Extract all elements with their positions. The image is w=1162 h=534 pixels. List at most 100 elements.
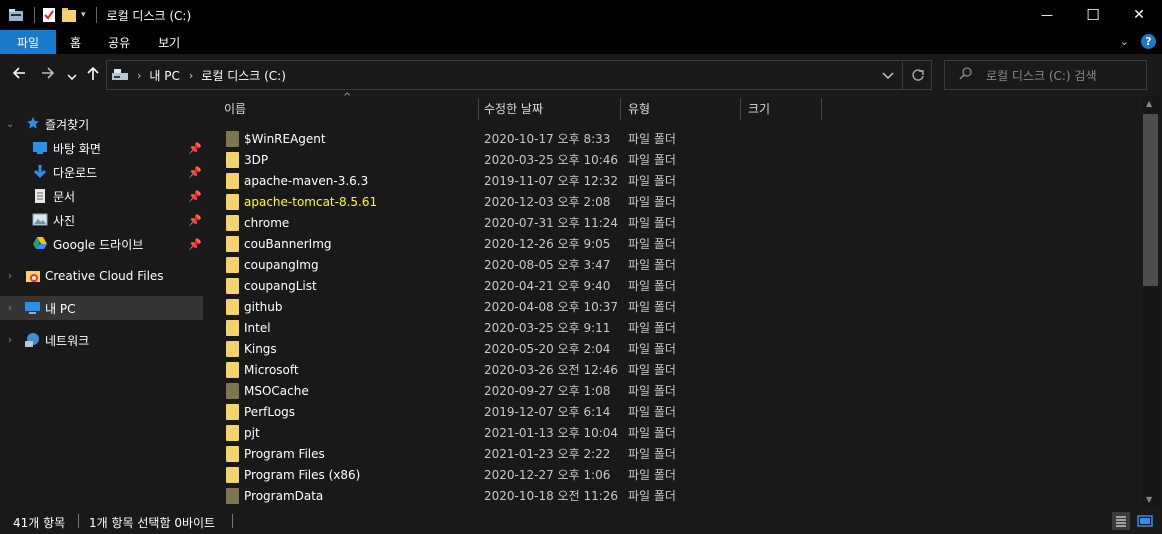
- tab-view[interactable]: 보기: [144, 30, 194, 54]
- breadcrumb-local-disk[interactable]: 로컬 디스크 (C:): [201, 67, 286, 84]
- creative-cloud-icon: [25, 268, 41, 287]
- scroll-up-arrow-icon[interactable]: ▲: [1146, 99, 1152, 108]
- tab-file[interactable]: 파일: [0, 30, 56, 54]
- expand-ribbon-icon[interactable]: ⌄: [1120, 35, 1129, 48]
- column-header-name[interactable]: 이름: [224, 96, 246, 120]
- scroll-down-arrow-icon[interactable]: ▼: [1146, 495, 1152, 504]
- file-row[interactable]: apache-tomcat-8.5.61 2020-12-03 오후 2:08 파일…: [206, 191, 1142, 212]
- item-count: 41개 항목: [13, 516, 66, 530]
- sidebar-item-this-pc[interactable]: › 내 PC: [0, 296, 203, 320]
- column-header-type[interactable]: 유형: [628, 96, 650, 120]
- sidebar-item-label: Creative Cloud Files: [45, 269, 164, 283]
- pin-icon[interactable]: 📌: [188, 190, 202, 203]
- file-name: github: [244, 299, 283, 314]
- details-view-icon[interactable]: [1112, 512, 1130, 530]
- sidebar-item-network[interactable]: › 네트워크: [0, 328, 203, 352]
- breadcrumb-separator-icon[interactable]: ›: [137, 69, 141, 82]
- folder-icon: [226, 404, 239, 420]
- sidebar-item-downloads[interactable]: 다운로드 📌: [0, 160, 203, 184]
- folder-icon: [226, 467, 239, 483]
- address-history-chevron-icon[interactable]: [882, 69, 894, 84]
- file-name: Program Files: [244, 446, 325, 461]
- file-row[interactable]: couBannerImg 2020-12-26 오후 9:05 파일 폴더: [206, 233, 1142, 254]
- close-button[interactable]: ✕: [1116, 0, 1162, 30]
- pin-icon[interactable]: 📌: [188, 142, 202, 155]
- file-row[interactable]: coupangImg 2020-08-05 오후 3:47 파일 폴더: [206, 254, 1142, 275]
- file-row[interactable]: MSOCache 2020-09-27 오후 1:08 파일 폴더: [206, 380, 1142, 401]
- pin-icon[interactable]: 📌: [188, 238, 202, 251]
- customize-toolbar-dropdown[interactable]: ▾: [81, 10, 86, 20]
- computer-icon: [24, 301, 41, 318]
- status-divider: [232, 514, 233, 528]
- column-divider[interactable]: [478, 98, 479, 120]
- file-row[interactable]: PerfLogs 2019-12-07 오후 6:14 파일 폴더: [206, 401, 1142, 422]
- ribbon-tabs: 파일 홈 공유 보기 ⌄ ?: [0, 30, 1162, 54]
- file-row[interactable]: coupangList 2020-04-21 오후 9:40 파일 폴더: [206, 275, 1142, 296]
- tab-home[interactable]: 홈: [56, 30, 94, 54]
- column-divider[interactable]: [620, 98, 621, 120]
- file-row[interactable]: Microsoft 2020-03-26 오전 12:46 파일 폴더: [206, 359, 1142, 380]
- file-row[interactable]: 3DP 2020-03-25 오후 10:46 파일 폴더: [206, 149, 1142, 170]
- file-type: 파일 폴더: [628, 258, 676, 272]
- chevron-right-icon[interactable]: ›: [8, 271, 12, 282]
- chevron-down-icon[interactable]: ⌄: [6, 119, 14, 130]
- file-row[interactable]: Program Files (x86) 2020-12-27 오후 1:06 파일 …: [206, 464, 1142, 485]
- file-row[interactable]: Program Files 2021-01-23 오후 2:22 파일 폴더: [206, 443, 1142, 464]
- back-arrow-icon[interactable]: [11, 65, 27, 85]
- sidebar-item-creative-cloud[interactable]: › Creative Cloud Files: [0, 264, 203, 288]
- large-icons-view-icon[interactable]: [1136, 512, 1154, 530]
- sidebar-item-desktop[interactable]: 바탕 화면 📌: [0, 136, 203, 160]
- star-icon: [26, 116, 40, 133]
- file-modified-date: 2019-12-07 오후 6:14: [484, 405, 611, 419]
- file-name: coupangImg: [244, 257, 319, 272]
- file-name: 3DP: [244, 152, 269, 167]
- column-header-size[interactable]: 크기: [748, 96, 770, 120]
- search-icon: [959, 67, 972, 83]
- forward-arrow-icon[interactable]: [40, 65, 56, 85]
- file-name: Program Files (x86): [244, 467, 361, 482]
- column-divider[interactable]: [740, 98, 741, 120]
- properties-icon[interactable]: [41, 7, 57, 23]
- new-folder-icon[interactable]: [61, 7, 77, 23]
- file-row[interactable]: ProgramData 2020-10-18 오전 11:26 파일 폴더: [206, 485, 1142, 506]
- file-row[interactable]: $WinREAgent 2020-10-17 오후 8:33 파일 폴더: [206, 128, 1142, 149]
- chevron-right-icon[interactable]: ›: [8, 335, 12, 346]
- recent-locations-chevron-icon[interactable]: [67, 67, 77, 86]
- folder-icon: [226, 383, 239, 399]
- file-row[interactable]: chrome 2020-07-31 오후 11:24 파일 폴더: [206, 212, 1142, 233]
- refresh-icon[interactable]: [911, 68, 925, 85]
- search-box[interactable]: 로컬 디스크 (C:) 검색: [944, 60, 1147, 90]
- folder-icon: [226, 131, 239, 147]
- pin-icon[interactable]: 📌: [188, 214, 202, 227]
- file-type: 파일 폴더: [628, 363, 676, 377]
- file-row[interactable]: apache-maven-3.6.3 2019-11-07 오후 12:32 파일 …: [206, 170, 1142, 191]
- column-divider[interactable]: [821, 98, 822, 120]
- file-type: 파일 폴더: [628, 132, 676, 146]
- tab-share[interactable]: 공유: [94, 30, 144, 54]
- sidebar-item-google-drive[interactable]: Google 드라이브 📌: [0, 232, 203, 256]
- sidebar-quick-access[interactable]: ⌄ 즐겨찾기: [0, 112, 203, 136]
- file-type: 파일 폴더: [628, 153, 676, 167]
- file-type: 파일 폴더: [628, 237, 676, 251]
- address-bar[interactable]: › 내 PC › 로컬 디스크 (C:): [106, 60, 932, 90]
- file-type: 파일 폴더: [628, 300, 676, 314]
- maximize-button[interactable]: ☐: [1070, 0, 1116, 30]
- file-row[interactable]: Kings 2020-05-20 오후 2:04 파일 폴더: [206, 338, 1142, 359]
- help-icon[interactable]: ?: [1141, 34, 1156, 49]
- file-row[interactable]: pjt 2021-01-13 오후 10:04 파일 폴더: [206, 422, 1142, 443]
- scrollbar-thumb[interactable]: [1143, 114, 1158, 286]
- status-divider: [78, 514, 79, 528]
- up-arrow-icon[interactable]: [85, 65, 101, 85]
- pin-icon[interactable]: 📌: [188, 166, 202, 179]
- file-row[interactable]: github 2020-04-08 오후 10:37 파일 폴더: [206, 296, 1142, 317]
- breadcrumb-this-pc[interactable]: 내 PC: [149, 67, 179, 84]
- folder-icon: [226, 152, 239, 168]
- minimize-button[interactable]: —: [1024, 0, 1070, 30]
- file-name: coupangList: [244, 278, 317, 293]
- file-row[interactable]: Intel 2020-03-25 오후 9:11 파일 폴더: [206, 317, 1142, 338]
- breadcrumb-separator-icon[interactable]: ›: [189, 69, 193, 82]
- chevron-right-icon[interactable]: ›: [8, 303, 12, 314]
- sidebar-item-pictures[interactable]: 사진 📌: [0, 208, 203, 232]
- column-header-modified[interactable]: 수정한 날짜: [484, 96, 543, 120]
- sidebar-item-documents[interactable]: 문서 📌: [0, 184, 203, 208]
